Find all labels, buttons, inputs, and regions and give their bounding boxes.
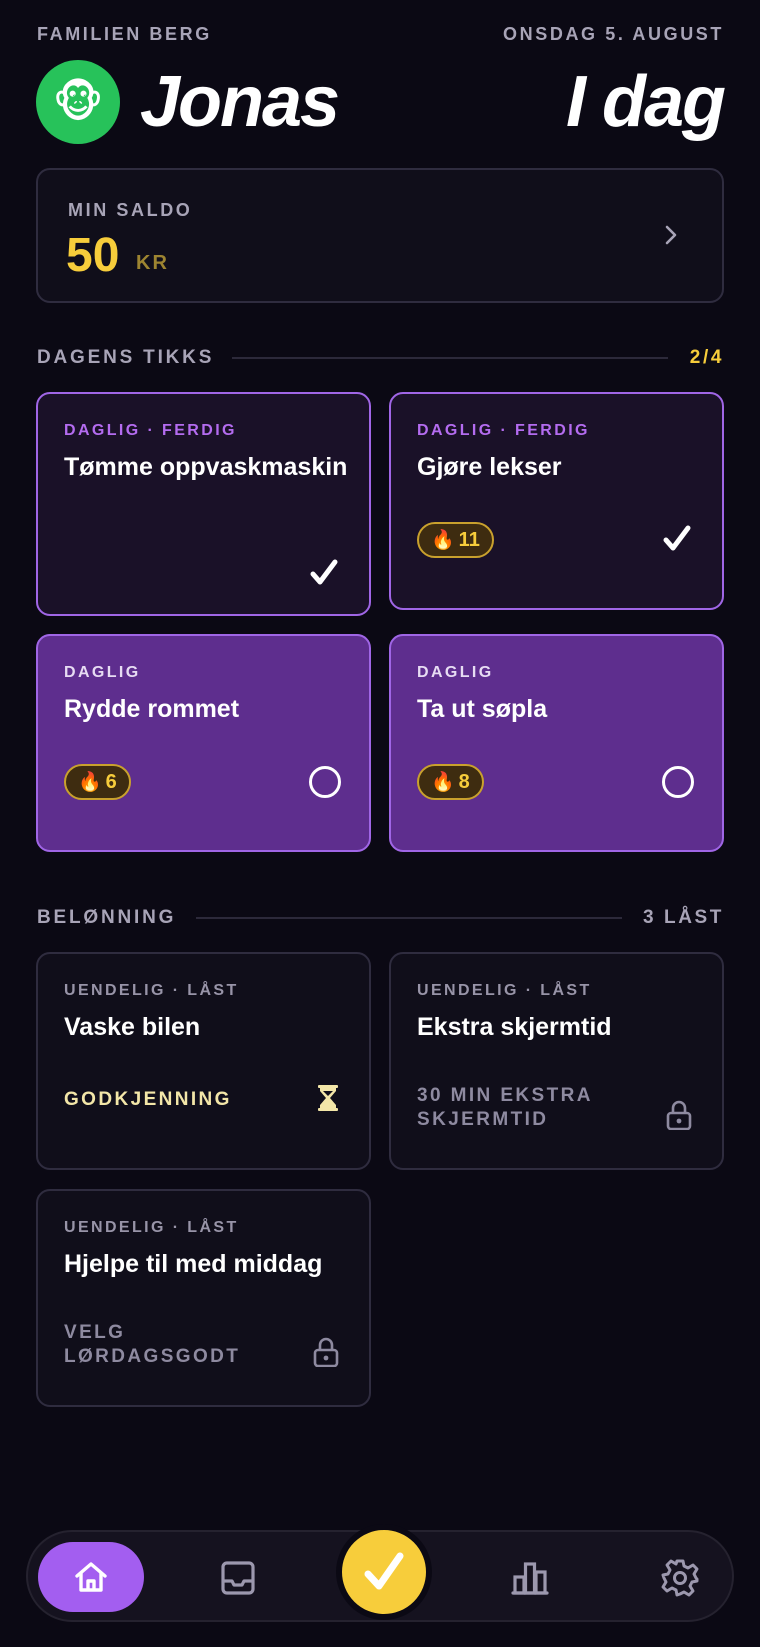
- task-tag: DAGLIG: [417, 664, 494, 681]
- reward-card[interactable]: UENDELIG · LÅST Ekstra skjermtid 30 MIN …: [389, 952, 724, 1170]
- flame-icon: 🔥: [78, 771, 102, 793]
- reward-card[interactable]: UENDELIG · LÅST Vaske bilen GODKJENNING: [36, 952, 371, 1170]
- balance-unit: KR: [136, 252, 169, 274]
- streak-badge: 🔥 8: [417, 764, 484, 800]
- task-title: Tømme oppvaskmaskin: [64, 453, 348, 481]
- balance-label: MIN SALDO: [68, 200, 193, 220]
- nav-settings-button[interactable]: [652, 1550, 708, 1606]
- reward-status: GODKJENNING: [64, 1089, 232, 1110]
- page-title: I dag: [565, 62, 726, 142]
- nav-stats-button[interactable]: [502, 1550, 558, 1606]
- reward-tag: UENDELIG · LÅST: [417, 982, 592, 999]
- task-tag: DAGLIG · FERDIG: [64, 422, 237, 439]
- reward-title: Ekstra skjermtid: [417, 1013, 612, 1041]
- lock-icon: [666, 1100, 692, 1130]
- settings-icon: [661, 1559, 699, 1597]
- reward-description: VELG LØRDAGSGODT: [64, 1322, 241, 1367]
- family-name: FAMILIEN BERG: [37, 24, 212, 44]
- checkmark-icon: [310, 559, 338, 585]
- today-screen: FAMILIEN BERG ONSDAG 5. AUGUST 🐵 Jonas I…: [0, 0, 760, 1647]
- streak-count: 6: [105, 770, 117, 793]
- reward-tag: UENDELIG · LÅST: [64, 982, 239, 999]
- user-name: Jonas: [140, 62, 340, 142]
- streak-badge: 🔥 11: [417, 522, 494, 558]
- task-card[interactable]: DAGLIG · FERDIG Gjøre lekser 🔥 11: [389, 392, 724, 610]
- task-tag: DAGLIG · FERDIG: [417, 422, 590, 439]
- section-divider: [196, 917, 622, 919]
- task-title: Ta ut søpla: [417, 695, 548, 723]
- balance-amount: 50: [66, 229, 120, 282]
- incomplete-circle-icon[interactable]: [309, 766, 341, 798]
- stats-icon: [511, 1562, 549, 1595]
- section-divider: [232, 357, 668, 359]
- reward-card[interactable]: UENDELIG · LÅST Hjelpe til med middag VE…: [36, 1189, 371, 1407]
- balance-card[interactable]: MIN SALDO 50 KR: [36, 168, 724, 303]
- flame-icon: 🔥: [431, 771, 455, 793]
- nav-inbox-button[interactable]: [210, 1550, 266, 1606]
- task-tag: DAGLIG: [64, 664, 141, 681]
- streak-count: 8: [458, 770, 470, 793]
- rewards-section-label: BELØNNING: [37, 907, 177, 928]
- current-date: ONSDAG 5. AUGUST: [503, 24, 724, 44]
- tasks-section-label: DAGENS TIKKS: [37, 347, 215, 368]
- reward-tag: UENDELIG · LÅST: [64, 1219, 239, 1236]
- tasks-count: 2/4: [689, 347, 724, 368]
- avatar[interactable]: 🐵: [36, 60, 120, 144]
- home-icon: [75, 1562, 107, 1592]
- chevron-right-icon: [665, 225, 677, 245]
- task-card[interactable]: DAGLIG · FERDIG Tømme oppvaskmaskin: [36, 392, 371, 616]
- nav-check-button[interactable]: [336, 1524, 432, 1620]
- streak-badge: 🔥 6: [64, 764, 131, 800]
- hourglass-icon: [318, 1085, 338, 1111]
- inbox-icon: [221, 1561, 255, 1595]
- lock-icon: [313, 1337, 339, 1367]
- task-title: Rydde rommet: [64, 695, 240, 723]
- reward-title: Vaske bilen: [64, 1013, 201, 1041]
- streak-count: 11: [458, 528, 480, 551]
- checkmark-icon: [663, 525, 691, 551]
- task-card[interactable]: DAGLIG Rydde rommet 🔥 6: [36, 634, 371, 852]
- reward-title: Hjelpe til med middag: [64, 1250, 323, 1278]
- task-title: Gjøre lekser: [417, 453, 562, 481]
- reward-description: 30 MIN EKSTRA SKJERMTID: [417, 1085, 593, 1130]
- check-icon: [364, 1552, 404, 1590]
- incomplete-circle-icon[interactable]: [662, 766, 694, 798]
- nav-home-button[interactable]: [38, 1542, 144, 1612]
- bottom-nav: [26, 1524, 734, 1622]
- flame-icon: 🔥: [431, 529, 455, 551]
- rewards-count: 3 LÅST: [642, 907, 724, 928]
- task-card[interactable]: DAGLIG Ta ut søpla 🔥 8: [389, 634, 724, 852]
